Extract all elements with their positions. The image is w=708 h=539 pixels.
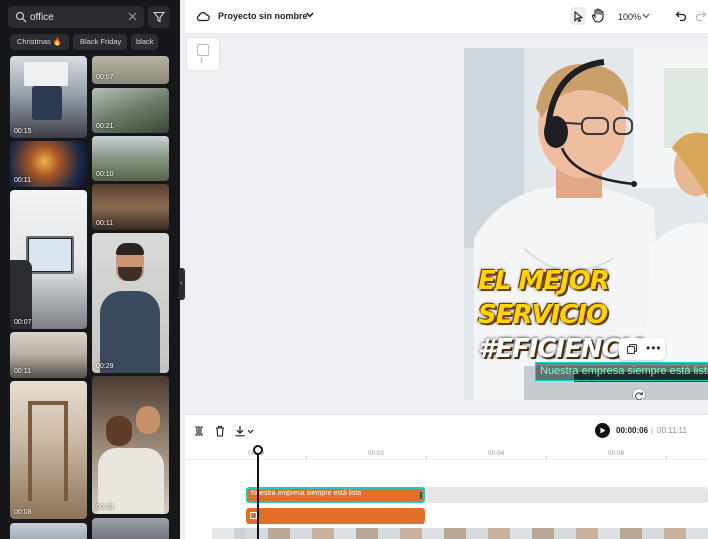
redo-icon[interactable] (695, 10, 707, 22)
thumbnail-duration: 00:11 (14, 368, 31, 375)
play-icon (600, 427, 606, 434)
caption-selection[interactable]: Nuestra empresa siempre está lista (535, 362, 708, 381)
filter-icon (153, 11, 165, 23)
timeline: 00:00:06 | 00:11:11 00:00 00:02 00:04 00… (185, 414, 708, 539)
playhead[interactable] (257, 448, 259, 539)
text-box-icon (250, 512, 257, 519)
video-thumbnail[interactable]: 00:29 (92, 233, 169, 373)
more-icon[interactable]: ••• (646, 341, 662, 355)
filter-button[interactable] (148, 6, 170, 28)
effect-clip[interactable] (246, 508, 425, 524)
thumbnail-duration: 00:11 (96, 220, 113, 227)
media-panel: Christmas 🔥 Black Friday black 00:15 00:… (0, 0, 180, 539)
ruler-label: 00:02 (368, 450, 385, 457)
duplicate-icon[interactable] (626, 343, 638, 355)
trash-icon[interactable] (214, 425, 226, 437)
split-icon[interactable] (193, 425, 205, 437)
element-toolbar: ••• (619, 338, 665, 360)
ruler-label: 00:04 (488, 450, 505, 457)
video-thumbnail[interactable]: 00:07 (92, 56, 169, 84)
video-thumbnail[interactable]: 00:11 (10, 141, 87, 187)
clear-search-icon[interactable] (127, 11, 138, 22)
thumbnail-duration: 00:10 (96, 171, 114, 178)
time-separator: | (651, 426, 654, 435)
total-time: 00:11:11 (657, 426, 687, 435)
video-track[interactable] (212, 528, 708, 539)
video-thumbnail[interactable]: 00:28 (92, 376, 169, 514)
clip-trim-handle[interactable] (420, 492, 422, 499)
chevron-down-icon[interactable] (306, 12, 314, 18)
thumbnail-duration: 00:08 (14, 509, 32, 516)
zoom-level[interactable]: 100% (618, 12, 641, 22)
canvas-area: 1 EL MEJOR SERVICIO #EFICIENCIA Nuestra … (185, 35, 708, 414)
video-thumbnail[interactable] (92, 518, 169, 539)
thumbnail-duration: 00:29 (96, 363, 114, 370)
search-box[interactable] (8, 6, 144, 28)
undo-icon[interactable] (675, 10, 687, 22)
search-icon (15, 11, 27, 23)
text-clip-label: Nuestra empresa siempre está lista (251, 490, 362, 497)
video-thumbnail[interactable]: 00:11 (10, 332, 87, 378)
cloud-icon[interactable] (196, 10, 210, 22)
pointer-icon (574, 11, 583, 22)
thumbnail-duration: 00:15 (14, 128, 32, 135)
video-preview[interactable]: EL MEJOR SERVICIO #EFICIENCIA Nuestra em… (464, 48, 708, 400)
chip-christmas[interactable]: Christmas 🔥 (10, 34, 69, 50)
playhead-handle[interactable] (253, 445, 263, 455)
select-tool-button[interactable] (570, 7, 586, 25)
current-time: 00:00:06 (616, 426, 649, 435)
video-thumbnail[interactable]: 00:21 (92, 88, 169, 133)
video-thumbnail[interactable]: 00:07 (10, 190, 87, 329)
caption-text: Nuestra empresa siempre está lista (540, 365, 708, 377)
video-thumbnail[interactable]: 00:08 (10, 381, 87, 519)
download-icon[interactable] (234, 425, 246, 437)
thumbnail-duration: 00:21 (96, 123, 114, 130)
headline-line-1: EL MEJOR (478, 266, 610, 296)
chevron-down-icon[interactable] (247, 429, 254, 434)
rotate-handle[interactable] (632, 388, 646, 400)
video-thumbnail[interactable]: 00:10 (92, 136, 169, 181)
play-button[interactable] (595, 423, 610, 438)
thumbnail-duration: 00:11 (14, 177, 31, 184)
timeline-ruler[interactable]: 00:00 00:02 00:04 00:06 (185, 446, 708, 460)
thumbnail-duration: 00:07 (96, 74, 114, 81)
thumbnail-duration: 00:07 (14, 319, 32, 326)
text-clip[interactable]: Nuestra empresa siempre está lista (246, 487, 425, 503)
hand-icon[interactable] (591, 8, 605, 23)
chip-black-friday[interactable]: Black Friday (73, 34, 127, 50)
search-input[interactable] (30, 8, 126, 26)
page-number: 1 (200, 58, 204, 64)
chip-black[interactable]: black (131, 34, 158, 50)
rotate-icon (634, 391, 644, 400)
chevron-down-icon[interactable] (642, 13, 650, 19)
top-bar: Proyecto sin nombre 100% (185, 0, 708, 34)
video-thumbnail[interactable]: 00:11 (92, 184, 169, 230)
video-thumbnail[interactable]: 00:15 (10, 56, 87, 138)
ruler-label: 00:06 (608, 450, 625, 457)
thumbnail-duration: 00:28 (96, 504, 114, 511)
headline-line-2: SERVICIO (478, 300, 608, 330)
page-thumbnail[interactable]: 1 (187, 38, 219, 70)
project-name[interactable]: Proyecto sin nombre (218, 11, 308, 21)
chevron-left-icon: ‹ (180, 278, 183, 287)
video-thumbnail[interactable] (10, 523, 87, 539)
page-icon (197, 44, 209, 56)
